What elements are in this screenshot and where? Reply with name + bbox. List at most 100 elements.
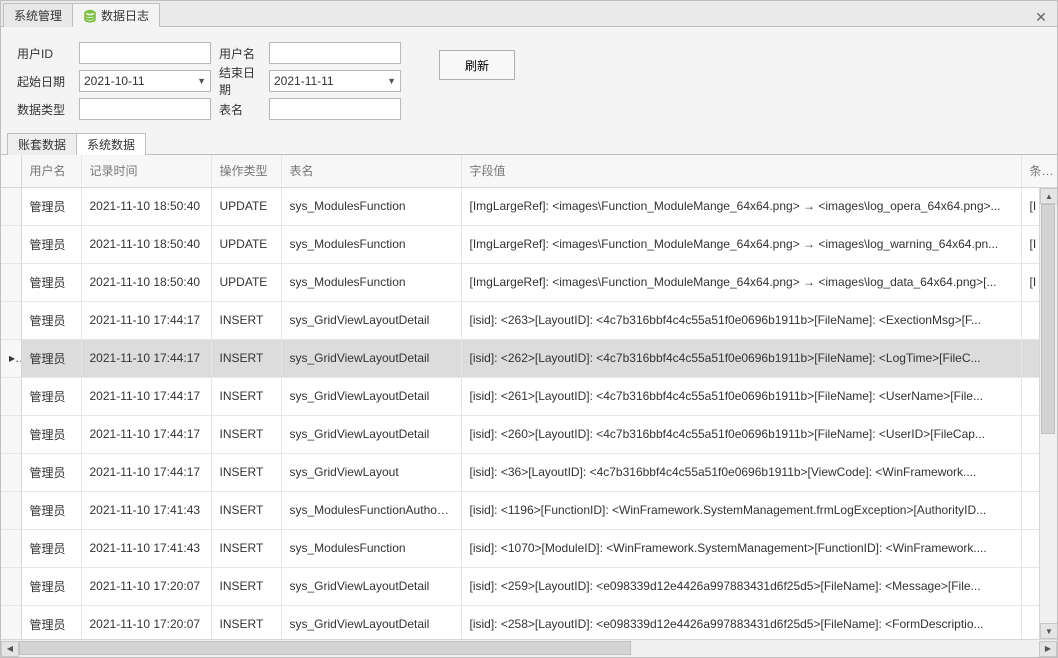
- table-row[interactable]: ▸管理员2021-11-10 17:44:17INSERTsys_GridVie…: [1, 339, 1057, 377]
- inner-tab-label: 账套数据: [18, 136, 66, 153]
- cell-time: 2021-11-10 17:41:43: [81, 529, 211, 567]
- scroll-track[interactable]: [1040, 204, 1056, 623]
- cell-table: sys_GridViewLayoutDetail: [281, 605, 461, 639]
- user-id-label: 用户ID: [17, 45, 79, 62]
- cell-user: 管理员: [21, 263, 81, 301]
- row-indicator: ▸: [1, 339, 21, 377]
- vertical-scrollbar[interactable]: ▲ ▼: [1039, 188, 1057, 639]
- cell-op: INSERT: [211, 529, 281, 567]
- cell-time: 2021-11-10 18:50:40: [81, 187, 211, 225]
- cell-field: [ImgLargeRef]: <images\Function_ModuleMa…: [461, 225, 1021, 263]
- scroll-thumb[interactable]: [1041, 204, 1055, 434]
- cell-field: [isid]: <262>[LayoutID]: <4c7b316bbf4c4c…: [461, 339, 1021, 377]
- table-row[interactable]: 管理员2021-11-10 17:41:43INSERTsys_ModulesF…: [1, 529, 1057, 567]
- table-row[interactable]: 管理员2021-11-10 17:44:17INSERTsys_GridView…: [1, 453, 1057, 491]
- end-date-picker[interactable]: 2021-11-11 ▼: [269, 70, 401, 92]
- cell-field: [isid]: <260>[LayoutID]: <4c7b316bbf4c4c…: [461, 415, 1021, 453]
- top-tab-system-management[interactable]: 系统管理: [3, 3, 73, 27]
- cell-op: INSERT: [211, 453, 281, 491]
- cell-table: sys_ModulesFunctionAuthority: [281, 491, 461, 529]
- cell-table: sys_ModulesFunction: [281, 263, 461, 301]
- scroll-up-button[interactable]: ▲: [1040, 188, 1057, 204]
- top-tabstrip: 系统管理 数据日志 ✕: [1, 1, 1057, 27]
- refresh-button[interactable]: 刷新: [439, 50, 515, 80]
- table-row[interactable]: 管理员2021-11-10 17:20:07INSERTsys_GridView…: [1, 567, 1057, 605]
- table-row[interactable]: 管理员2021-11-10 17:44:17INSERTsys_GridView…: [1, 301, 1057, 339]
- cell-table: sys_GridViewLayoutDetail: [281, 377, 461, 415]
- horizontal-scrollbar[interactable]: ◀ ▶: [1, 639, 1057, 657]
- grid-header-user[interactable]: 用户名: [21, 155, 81, 187]
- row-indicator: [1, 567, 21, 605]
- table-row[interactable]: 管理员2021-11-10 18:50:40UPDATEsys_ModulesF…: [1, 263, 1057, 301]
- table-row[interactable]: 管理员2021-11-10 18:50:40UPDATEsys_ModulesF…: [1, 187, 1057, 225]
- cell-user: 管理员: [21, 567, 81, 605]
- data-type-input[interactable]: [79, 98, 211, 120]
- inner-tabstrip: 账套数据 系统数据: [1, 131, 1057, 155]
- table-row[interactable]: 管理员2021-11-10 17:44:17INSERTsys_GridView…: [1, 377, 1057, 415]
- table-name-input[interactable]: [269, 98, 401, 120]
- row-indicator: [1, 529, 21, 567]
- row-indicator: [1, 301, 21, 339]
- table-row[interactable]: 管理员2021-11-10 17:41:43INSERTsys_ModulesF…: [1, 491, 1057, 529]
- top-tab-data-log[interactable]: 数据日志: [72, 3, 160, 27]
- grid-header-cond[interactable]: 条件: [1021, 155, 1057, 187]
- data-grid: 用户名 记录时间 操作类型 表名 字段值 条件 管理员2021-11-10 18…: [1, 155, 1057, 657]
- cell-user: 管理员: [21, 377, 81, 415]
- table-row[interactable]: 管理员2021-11-10 18:50:40UPDATEsys_ModulesF…: [1, 225, 1057, 263]
- cell-op: UPDATE: [211, 225, 281, 263]
- table-row[interactable]: 管理员2021-11-10 17:44:17INSERTsys_GridView…: [1, 415, 1057, 453]
- user-name-input[interactable]: [269, 42, 401, 64]
- cell-field: [isid]: <258>[LayoutID]: <e098339d12e442…: [461, 605, 1021, 639]
- row-indicator: [1, 225, 21, 263]
- cell-time: 2021-11-10 17:44:17: [81, 453, 211, 491]
- cell-table: sys_GridViewLayoutDetail: [281, 567, 461, 605]
- row-indicator: [1, 187, 21, 225]
- cell-user: 管理员: [21, 187, 81, 225]
- cell-table: sys_GridViewLayoutDetail: [281, 339, 461, 377]
- cell-field: [isid]: <259>[LayoutID]: <e098339d12e442…: [461, 567, 1021, 605]
- inner-tab-account-data[interactable]: 账套数据: [7, 133, 77, 155]
- database-icon: [83, 9, 97, 23]
- scroll-left-button[interactable]: ◀: [1, 641, 19, 657]
- cell-op: INSERT: [211, 301, 281, 339]
- cell-time: 2021-11-10 17:20:07: [81, 567, 211, 605]
- grid-header-rowselector[interactable]: [1, 155, 21, 187]
- grid-header-field[interactable]: 字段值: [461, 155, 1021, 187]
- cell-field: [ImgLargeRef]: <images\Function_ModuleMa…: [461, 187, 1021, 225]
- grid-header-op[interactable]: 操作类型: [211, 155, 281, 187]
- cell-time: 2021-11-10 17:44:17: [81, 301, 211, 339]
- cell-field: [ImgLargeRef]: <images\Function_ModuleMa…: [461, 263, 1021, 301]
- scroll-right-button[interactable]: ▶: [1039, 641, 1057, 657]
- cell-op: UPDATE: [211, 187, 281, 225]
- cell-op: UPDATE: [211, 263, 281, 301]
- cell-time: 2021-11-10 18:50:40: [81, 225, 211, 263]
- cell-time: 2021-11-10 17:20:07: [81, 605, 211, 639]
- cell-user: 管理员: [21, 605, 81, 639]
- cell-time: 2021-11-10 18:50:40: [81, 263, 211, 301]
- inner-tab-system-data[interactable]: 系统数据: [76, 133, 146, 155]
- user-id-input[interactable]: [79, 42, 211, 64]
- cell-op: INSERT: [211, 377, 281, 415]
- cell-field: [isid]: <1070>[ModuleID]: <WinFramework.…: [461, 529, 1021, 567]
- row-indicator: [1, 453, 21, 491]
- scroll-down-button[interactable]: ▼: [1040, 623, 1057, 639]
- scroll-thumb[interactable]: [19, 641, 631, 655]
- grid-header-table[interactable]: 表名: [281, 155, 461, 187]
- row-indicator: [1, 605, 21, 639]
- end-date-value: 2021-11-11: [274, 74, 334, 88]
- scroll-track[interactable]: [19, 641, 1039, 657]
- start-date-picker[interactable]: 2021-10-11 ▼: [79, 70, 211, 92]
- tab-close-button[interactable]: ✕: [1031, 9, 1057, 26]
- cell-user: 管理员: [21, 529, 81, 567]
- inner-tab-label: 系统数据: [87, 136, 135, 153]
- cell-field: [isid]: <36>[LayoutID]: <4c7b316bbf4c4c5…: [461, 453, 1021, 491]
- cell-op: INSERT: [211, 605, 281, 639]
- grid-header-time[interactable]: 记录时间: [81, 155, 211, 187]
- chevron-down-icon: ▼: [387, 76, 396, 86]
- cell-table: sys_ModulesFunction: [281, 225, 461, 263]
- cell-user: 管理员: [21, 301, 81, 339]
- row-indicator: [1, 377, 21, 415]
- table-row[interactable]: 管理员2021-11-10 17:20:07INSERTsys_GridView…: [1, 605, 1057, 639]
- cell-op: INSERT: [211, 491, 281, 529]
- chevron-down-icon: ▼: [197, 76, 206, 86]
